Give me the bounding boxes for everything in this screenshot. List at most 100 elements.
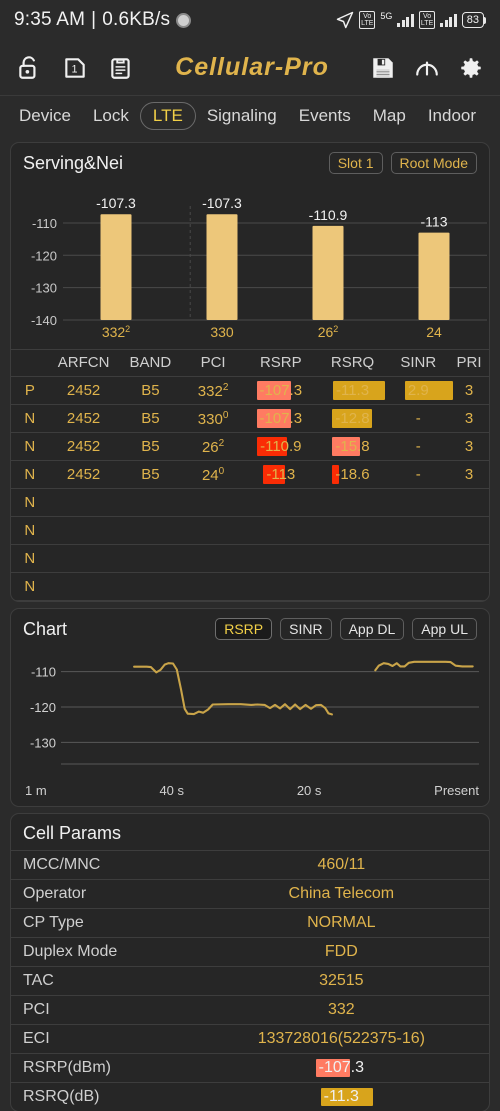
rsrp-line-chart: -110 -120 -130 xyxy=(17,648,483,781)
table-row[interactable]: N 2452 B5 240 -113 -18.6-3 xyxy=(11,460,489,489)
bar-value-label-3: -113 xyxy=(421,214,448,230)
tab-device[interactable]: Device xyxy=(8,102,82,130)
cell-pri-4 xyxy=(449,488,489,517)
table-row[interactable]: N xyxy=(11,516,489,545)
cell-params-row: TAC 32515 xyxy=(11,966,489,996)
param-value-1: China Telecom xyxy=(193,879,489,909)
cell-params-row: MCC/MNC 460/11 xyxy=(11,850,489,880)
bar-1 xyxy=(206,214,238,320)
slot-selector-chip[interactable]: Slot 1 xyxy=(328,152,383,174)
status-network-speed: 0.6KB/s xyxy=(102,9,171,30)
table-row[interactable]: N xyxy=(11,572,489,601)
bar-category-label-1: 330 xyxy=(210,324,234,340)
xtick-20s: 20 s xyxy=(296,783,322,798)
rsrp-series-segment-1 xyxy=(374,660,474,672)
cell-rsrq-0: -11.3 xyxy=(317,376,388,405)
param-value-8: -11.3 xyxy=(193,1082,489,1111)
cell-arfcn-0: 2452 xyxy=(48,376,119,405)
cell-band-1: B5 xyxy=(118,404,183,433)
speedometer-icon[interactable] xyxy=(414,55,440,81)
chart-metric-rsrp[interactable]: RSRP xyxy=(215,618,273,640)
cell-params-table: MCC/MNC 460/11 Operator China Telecom CP Typ… xyxy=(11,850,489,1111)
toolbar-left-group: 1 xyxy=(16,55,134,81)
tab-lte[interactable]: LTE xyxy=(139,102,196,130)
sim-card-1-icon[interactable]: 1 xyxy=(62,55,88,81)
col-rsrp: RSRP xyxy=(243,349,318,377)
param-value-4: 32515 xyxy=(193,966,489,996)
svg-text:1: 1 xyxy=(71,63,77,75)
col-pri: PRI xyxy=(449,349,489,377)
cell-pci-0: 3322 xyxy=(182,376,244,405)
table-row[interactable]: P 2452 B5 3322 -107.3 -11.3 2.9 3 xyxy=(11,376,489,405)
chart-metric-app-ul[interactable]: App UL xyxy=(412,618,477,640)
cell-rsrp-7 xyxy=(243,572,318,601)
xtick-1m: 1 m xyxy=(25,783,47,798)
cell-rsrp-2: -110.9 xyxy=(243,432,318,461)
cell-rsrq-4 xyxy=(317,488,388,517)
chart-metric-app-dl[interactable]: App DL xyxy=(339,618,405,640)
save-floppy-icon[interactable] xyxy=(370,55,396,81)
cell-rsrq-7 xyxy=(317,572,388,601)
root-mode-chip[interactable]: Root Mode xyxy=(390,152,477,174)
status-separator: | xyxy=(91,9,97,30)
cell-type-2: N xyxy=(11,432,49,461)
clipboard-icon[interactable] xyxy=(108,55,134,81)
param-value-2: NORMAL xyxy=(193,908,489,938)
cell-params-row: RSRQ(dB) -11.3 xyxy=(11,1082,489,1111)
tab-lock[interactable]: Lock xyxy=(82,102,140,130)
unlock-icon[interactable] xyxy=(16,55,42,81)
cell-sinr-0: 2.9 xyxy=(387,376,453,405)
table-row[interactable]: N 2452 B5 3300 -107.3 -12.8-3 xyxy=(11,404,489,433)
col-arfcn: ARFCN xyxy=(48,349,119,377)
cell-pri-3: 3 xyxy=(449,460,489,489)
table-row[interactable]: N xyxy=(11,488,489,517)
chart-metric-sinr[interactable]: SINR xyxy=(280,618,332,640)
cell-rsrq-6 xyxy=(317,544,388,573)
volte-sim1-icon: Vo LTE xyxy=(359,11,376,29)
cell-params-body: MCC/MNC 460/11 Operator China Telecom CP Typ… xyxy=(11,850,489,1111)
cell-params-card: Cell Params MCC/MNC 460/11 Operator China T… xyxy=(10,813,490,1111)
bar-2 xyxy=(312,225,344,320)
param-key-4: TAC xyxy=(11,966,194,996)
cell-params-row: ECI 133728016(522375-16) xyxy=(11,1024,489,1054)
tab-indoor[interactable]: Indoor xyxy=(417,102,487,130)
cell-rsrq-3: -18.6 xyxy=(317,460,388,489)
bar-0 xyxy=(100,214,132,320)
table-row[interactable]: N 2452 B5 262 -110.9 -15.8-3 xyxy=(11,432,489,461)
cell-rsrp-5 xyxy=(243,516,318,545)
col-sinr: SINR xyxy=(387,349,450,377)
serving-card-chips: Slot 1 Root Mode xyxy=(328,152,477,174)
bar-value-label-1: -107.3 xyxy=(202,195,242,211)
chart-metric-buttons: RSRP SINR App DL App UL xyxy=(215,618,477,640)
param-key-3: Duplex Mode xyxy=(11,937,194,967)
cell-sinr-1: - xyxy=(387,404,450,433)
network-type-5g-label: 5G xyxy=(380,11,393,21)
status-time: 9:35 AM xyxy=(14,9,86,30)
tab-signaling[interactable]: Signaling xyxy=(196,102,288,130)
bar-ytick-2: -130 xyxy=(31,281,57,296)
cell-rsrp-6 xyxy=(243,544,318,573)
gear-icon[interactable] xyxy=(458,55,484,81)
cell-params-row: Operator China Telecom xyxy=(11,879,489,909)
cell-rsrp-3: -113 xyxy=(243,460,318,489)
rsrp-bar-chart-svg: -110 -120 -130 -140 -107.3 3322 -107.3 330 -110.… xyxy=(31,195,487,340)
cell-arfcn-7 xyxy=(48,572,119,601)
cell-sinr-5 xyxy=(387,516,450,545)
cell-band-6 xyxy=(118,544,183,573)
xtick-40s: 40 s xyxy=(159,783,185,798)
timeseries-chart-card: Chart RSRP SINR App DL App UL -110 -120 -1… xyxy=(10,608,490,807)
tab-events[interactable]: Events xyxy=(288,102,362,130)
bar-category-label-0: 3322 xyxy=(102,324,130,340)
rsrp-line-chart-svg: -110 -120 -130 xyxy=(30,660,479,765)
cell-arfcn-1: 2452 xyxy=(48,404,119,433)
cell-pci-4 xyxy=(182,488,244,517)
cell-sinr-7 xyxy=(387,572,450,601)
status-left-group: 9:35 AM | 0.6KB/s xyxy=(14,9,192,31)
table-row[interactable]: N xyxy=(11,544,489,573)
cell-rsrq-5 xyxy=(317,516,388,545)
cell-type-3: N xyxy=(11,460,49,489)
cell-arfcn-4 xyxy=(48,488,119,517)
cell-pri-7 xyxy=(449,572,489,601)
signal-bars-sim1-icon xyxy=(397,13,414,27)
tab-map[interactable]: Map xyxy=(362,102,417,130)
